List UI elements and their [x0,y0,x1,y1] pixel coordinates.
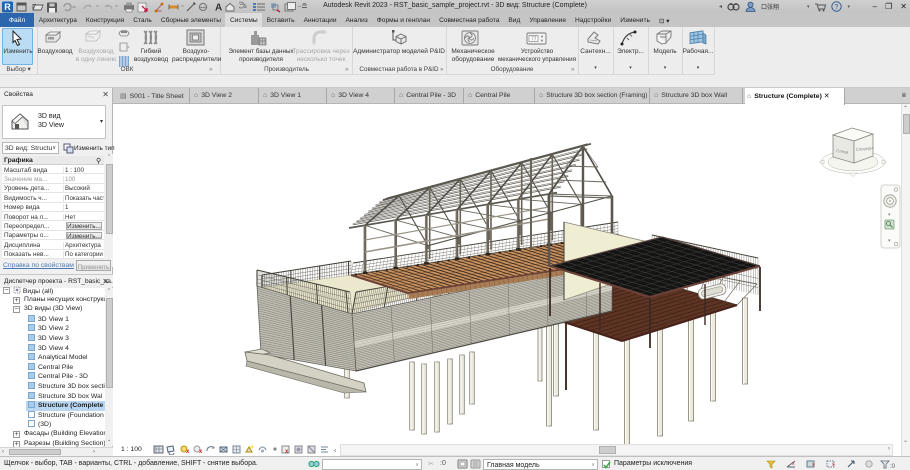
svg-text:x: x [832,462,835,468]
svg-text:x: x [199,449,203,455]
svg-text::0: :0 [890,464,896,470]
svg-text:x: x [186,449,190,455]
svg-text:77: 77 [531,37,537,43]
svg-text:‹: ‹ [334,448,337,455]
svg-text:?: ? [835,4,839,11]
svg-text:x: x [812,462,815,468]
